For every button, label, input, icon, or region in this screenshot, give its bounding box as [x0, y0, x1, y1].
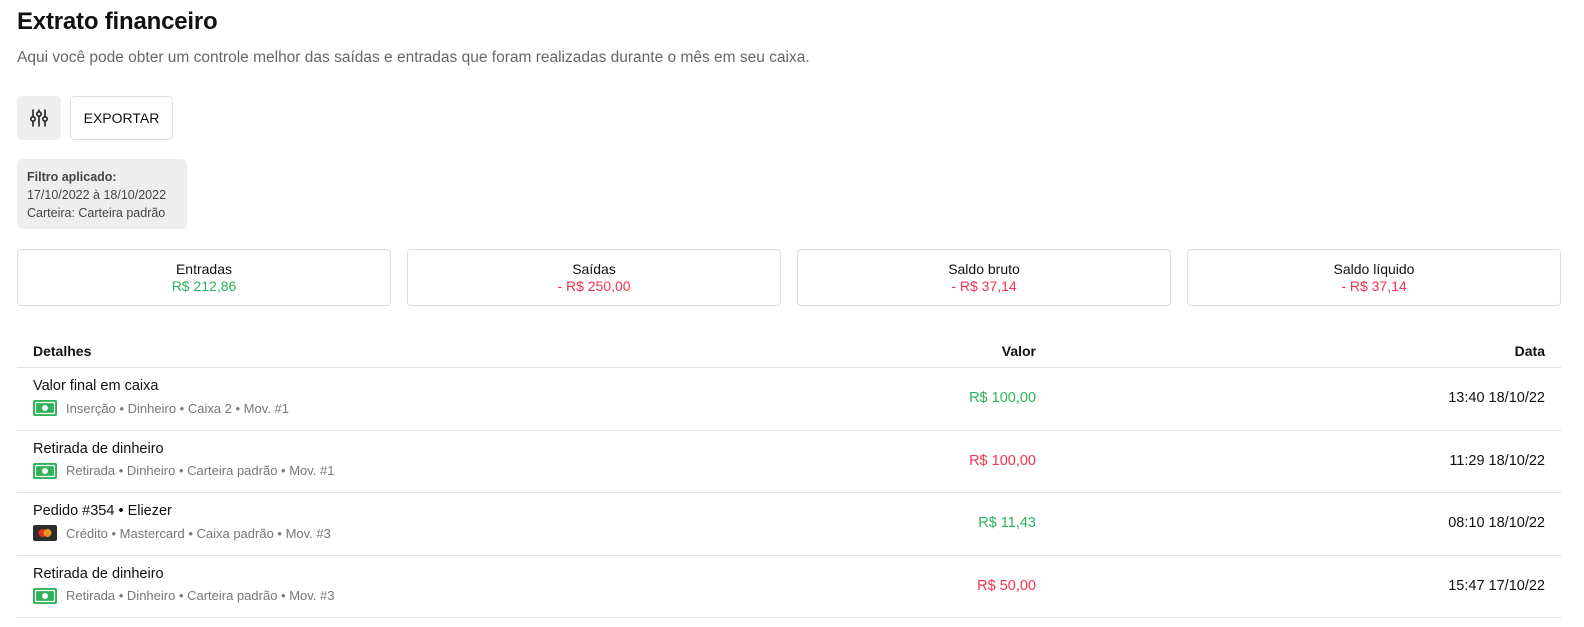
row-value: R$ 100,00 [969, 390, 1036, 406]
row-date: 15:47 17/10/22 [1448, 577, 1545, 594]
row-value: R$ 100,00 [969, 452, 1036, 469]
summary-card-value: - R$ 37,14 [1341, 278, 1407, 294]
sliders-icon [29, 108, 49, 128]
row-title: Valor final em caixa [33, 378, 159, 394]
row-meta-text: Inserção • Dinheiro • Caixa 2 • Mov. #1 [66, 400, 289, 416]
summary-card-value: R$ 212,86 [171, 278, 237, 294]
cash-icon [33, 400, 57, 416]
summary-card-label: Saídas [572, 261, 616, 277]
row-meta: Inserção • Dinheiro • Caixa 2 • Mov. #1 [33, 400, 289, 416]
summary-card-saldo-liquido: Saldo líquido - R$ 37,14 [1187, 249, 1561, 306]
page-title: Extrato financeiro [17, 8, 218, 35]
row-title: Pedido #354 • Eliezer [33, 503, 172, 519]
summary-card-entradas: Entradas R$ 212,86 [17, 249, 391, 306]
summary-card-value: - R$ 37,14 [951, 278, 1017, 294]
filter-date-range: 17/10/2022 à 18/10/2022 [27, 188, 167, 202]
mastercard-icon [33, 525, 57, 541]
column-header-value: Valor [1001, 343, 1036, 359]
column-header-details: Detalhes [33, 343, 92, 359]
summary-cards: Entradas R$ 212,86 Saídas - R$ 250,00 Sa… [17, 249, 1561, 306]
summary-card-saidas: Saídas - R$ 250,00 [407, 249, 781, 306]
table-row[interactable]: Valor final em caixa Inserção • Dinheiro… [17, 368, 1561, 431]
filter-button[interactable] [17, 96, 61, 140]
row-value: R$ 11,43 [978, 515, 1036, 531]
table-row[interactable]: Retirada de dinheiro Retirada • Dinheiro… [17, 556, 1561, 618]
filter-wallet: Carteira: Carteira padrão [27, 206, 166, 220]
row-title: Retirada de dinheiro [33, 440, 164, 457]
applied-filter-box: Filtro aplicado: 17/10/2022 à 18/10/2022… [17, 159, 187, 229]
row-date: 08:10 18/10/22 [1448, 515, 1545, 531]
column-header-date: Data [1514, 343, 1545, 359]
table-row[interactable]: Retirada de dinheiro Retirada • Dinheiro… [17, 431, 1561, 493]
summary-card-saldo-bruto: Saldo bruto - R$ 37,14 [797, 249, 1171, 306]
table-header: Detalhes Valor Data [17, 333, 1561, 368]
cash-icon [33, 462, 57, 479]
row-meta: Crédito • Mastercard • Caixa padrão • Mo… [33, 525, 331, 541]
cash-icon [33, 587, 57, 604]
row-meta: Retirada • Dinheiro • Carteira padrão • … [33, 587, 335, 604]
row-date: 11:29 18/10/22 [1449, 452, 1545, 469]
summary-card-label: Saldo bruto [948, 261, 1020, 277]
export-button[interactable]: EXPORTAR [70, 96, 173, 140]
table-row[interactable]: Pedido #354 • Eliezer Crédito • Masterca… [17, 493, 1561, 556]
row-meta-text: Retirada • Dinheiro • Carteira padrão • … [66, 463, 335, 478]
row-meta-text: Retirada • Dinheiro • Carteira padrão • … [66, 588, 335, 603]
transactions-table: Detalhes Valor Data Valor final em caixa… [17, 333, 1561, 618]
filter-title: Filtro aplicado: [27, 170, 117, 184]
row-meta: Retirada • Dinheiro • Carteira padrão • … [33, 462, 335, 479]
summary-card-label: Entradas [175, 261, 233, 277]
row-title: Retirada de dinheiro [33, 565, 164, 582]
page-subtitle: Aqui você pode obter um controle melhor … [17, 49, 810, 66]
summary-card-value: - R$ 250,00 [557, 278, 631, 294]
row-value: R$ 50,00 [977, 577, 1036, 594]
row-meta-text: Crédito • Mastercard • Caixa padrão • Mo… [66, 525, 331, 541]
row-date: 13:40 18/10/22 [1448, 390, 1545, 406]
summary-card-label: Saldo líquido [1333, 261, 1415, 277]
